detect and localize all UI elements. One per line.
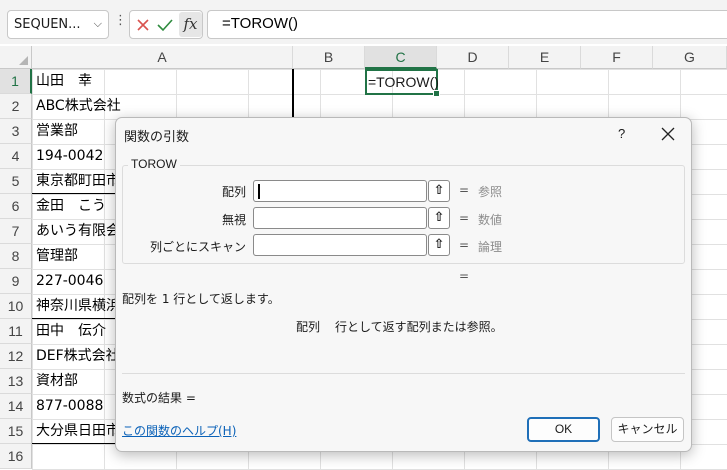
arg-eq: = — [459, 238, 470, 252]
arg-eq: = — [459, 183, 470, 197]
function-help-link[interactable]: この関数のヘルプ(H) — [122, 422, 236, 439]
row-header-16[interactable]: 16 — [0, 444, 32, 469]
row-header-1[interactable]: 1 — [0, 69, 32, 94]
column-header-f[interactable]: F — [581, 46, 653, 69]
cell-a14[interactable]: 877-0088 — [32, 394, 103, 419]
row-header-6[interactable]: 6 — [0, 194, 32, 219]
ok-button[interactable]: OK — [527, 417, 600, 442]
result-eq: = — [459, 269, 470, 283]
row-header-7[interactable]: 7 — [0, 219, 32, 244]
cell-a5[interactable]: 東京都町田市 — [32, 169, 120, 194]
row-header-13[interactable]: 13 — [0, 369, 32, 394]
cell-border — [292, 69, 294, 119]
row-header-2[interactable]: 2 — [0, 94, 32, 119]
select-all-corner[interactable] — [0, 46, 32, 69]
dialog-title: 関数の引数 — [124, 130, 190, 145]
column-header-d[interactable]: D — [437, 46, 509, 69]
formula-buttons: fx — [129, 10, 203, 39]
formula-bar: SEQUEN... ⌵ ⋮ fx =TOROW() — [0, 0, 727, 44]
cell-a9[interactable]: 227-0046 — [32, 269, 103, 294]
more-options-icon[interactable]: ⋮ — [114, 13, 127, 28]
row-header-3[interactable]: 3 — [0, 119, 32, 144]
function-arguments-dialog: 関数の引数 ? TOROW 配列 ⇧ = 参照 無視 ⇧ = 数値 列ごとにスキ… — [115, 117, 692, 452]
arg-eq: = — [459, 211, 470, 225]
row-header-5[interactable]: 5 — [0, 169, 32, 194]
insert-function-icon[interactable]: fx — [179, 12, 202, 37]
cell-a10[interactable]: 神奈川県横浜 — [32, 294, 120, 319]
collapse-dialog-icon[interactable]: ⇧ — [428, 180, 450, 202]
column-header-b[interactable]: B — [293, 46, 365, 69]
arg-hint-ignore: 数値 — [478, 213, 503, 227]
cell-a1[interactable]: 山田 幸 — [32, 69, 92, 94]
cell-a3[interactable]: 営業部 — [32, 119, 78, 144]
chevron-down-icon[interactable]: ⌵ — [94, 17, 102, 31]
arg-hint-array: 参照 — [478, 185, 503, 199]
close-icon[interactable] — [661, 127, 675, 141]
column-header-c[interactable]: C — [365, 46, 437, 69]
cancel-icon[interactable] — [136, 18, 150, 32]
function-description: 配列を 1 行として返します。 — [122, 292, 280, 306]
enter-check-icon[interactable] — [157, 18, 173, 32]
cell-a11[interactable]: 田中 伝介 — [32, 319, 106, 344]
divider — [122, 373, 685, 374]
cell-a2[interactable]: ABC株式会社 — [32, 94, 121, 119]
column-header-e[interactable]: E — [509, 46, 581, 69]
cell-a13[interactable]: 資材部 — [32, 369, 78, 394]
row-header-4[interactable]: 4 — [0, 144, 32, 169]
cell-a12[interactable]: DEF株式会社 — [32, 344, 120, 369]
name-box[interactable]: SEQUEN... ⌵ — [7, 10, 109, 39]
name-box-value: SEQUEN... — [14, 17, 81, 32]
cell-a6[interactable]: 金田 こう — [32, 194, 106, 219]
row-header-12[interactable]: 12 — [0, 344, 32, 369]
formula-result: 数式の結果 = — [122, 391, 196, 405]
collapse-dialog-icon[interactable]: ⇧ — [428, 234, 450, 256]
cell-a4[interactable]: 194-0042 — [32, 144, 103, 169]
row-header-11[interactable]: 11 — [0, 319, 32, 344]
arg-input-array[interactable] — [253, 180, 427, 202]
active-cell-c1[interactable]: =TOROW() — [365, 69, 440, 97]
row-header-9[interactable]: 9 — [0, 269, 32, 294]
arg-input-scan-by-column[interactable] — [253, 234, 427, 256]
column-header-a[interactable]: A — [32, 46, 293, 69]
collapse-dialog-icon[interactable]: ⇧ — [428, 207, 450, 229]
help-icon[interactable]: ? — [618, 126, 625, 141]
row-header-15[interactable]: 15 — [0, 419, 32, 444]
cell-a15[interactable]: 大分県日田市 — [32, 419, 120, 444]
arg-label-array: 配列 — [221, 185, 246, 199]
cell-a8[interactable]: 管理部 — [32, 244, 78, 269]
arg-label-ignore: 無視 — [221, 213, 246, 227]
formula-input[interactable]: =TOROW() — [207, 10, 727, 39]
column-header-g[interactable]: G — [653, 46, 727, 69]
current-arg-name: 配列 — [296, 320, 321, 334]
current-arg-description: 行として返す配列または参照。 — [335, 320, 503, 334]
row-header-10[interactable]: 10 — [0, 294, 32, 319]
arg-input-ignore[interactable] — [253, 207, 427, 229]
row-header-8[interactable]: 8 — [0, 244, 32, 269]
arg-hint-scan-by-column: 論理 — [478, 240, 503, 254]
function-name: TOROW — [128, 157, 180, 171]
cell-c1: =TOROW() — [368, 74, 439, 90]
cancel-button[interactable]: キャンセル — [611, 417, 684, 442]
cell-a7[interactable]: あいう有限会 — [32, 219, 120, 244]
row-header-14[interactable]: 14 — [0, 394, 32, 419]
arg-label-scan-by-column: 列ごとにスキャン — [149, 240, 246, 254]
